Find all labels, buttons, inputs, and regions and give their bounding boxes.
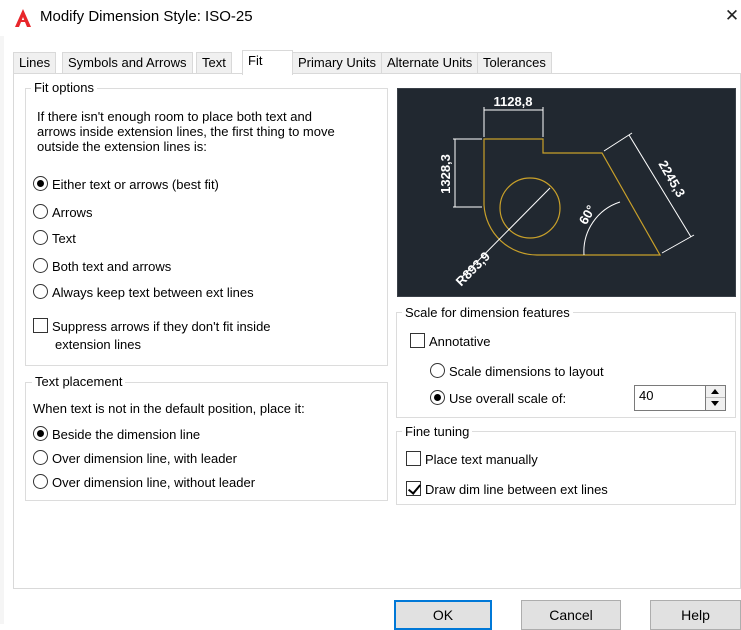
suppress-arrows-checkbox[interactable] (33, 318, 48, 333)
fit-options-legend: Fit options (31, 80, 97, 95)
radio-arrows-label: Arrows (52, 205, 93, 220)
spin-down-icon[interactable] (706, 398, 725, 410)
tab-lines[interactable]: Lines (13, 52, 57, 73)
close-icon[interactable]: ✕ (724, 7, 740, 25)
overall-scale-spinner (705, 385, 726, 411)
help-button[interactable]: Help (650, 600, 741, 630)
place-text-manually-label: Place text manually (425, 452, 538, 467)
scale-legend: Scale for dimension features (402, 305, 573, 320)
radio-best-fit[interactable] (33, 176, 48, 191)
text-placement-description: When text is not in the default position… (33, 401, 305, 416)
radio-over-without-leader[interactable] (33, 474, 48, 489)
window-title: Modify Dimension Style: ISO-25 (40, 8, 253, 25)
radio-both-text-arrows[interactable] (33, 258, 48, 273)
tab-fit[interactable]: Fit (242, 50, 293, 75)
fit-options-description: If there isn't enough room to place both… (37, 109, 335, 154)
radio-always-keep-text-label: Always keep text between ext lines (52, 285, 254, 300)
tab-alternate-units[interactable]: Alternate Units (381, 52, 479, 73)
radio-over-with-leader-label: Over dimension line, with leader (52, 451, 237, 466)
tab-primary-units[interactable]: Primary Units (292, 52, 383, 73)
dim-left-text: 1328,3 (438, 154, 453, 194)
tab-tolerances[interactable]: Tolerances (477, 52, 552, 73)
radio-beside-dim-line[interactable] (33, 426, 48, 441)
place-text-manually-checkbox[interactable] (406, 451, 421, 466)
dim-angle-text: 60° (576, 202, 599, 227)
radio-text[interactable] (33, 230, 48, 245)
dimension-preview: 1128,8 1328,3 2245,3 60° R893,9 (397, 88, 736, 297)
draw-dim-line-label: Draw dim line between ext lines (425, 482, 608, 497)
radio-best-fit-label: Either text or arrows (best fit) (52, 177, 219, 192)
autocad-logo-icon (14, 8, 32, 28)
dim-top-text: 1128,8 (493, 94, 532, 109)
suppress-arrows-label-line2: extension lines (55, 337, 141, 352)
radio-always-keep-text[interactable] (33, 284, 48, 299)
preview-drawing: 1128,8 1328,3 2245,3 60° R893,9 (438, 94, 695, 289)
radio-beside-dim-line-label: Beside the dimension line (52, 427, 201, 442)
radio-text-label: Text (52, 231, 76, 246)
radio-over-without-leader-label: Over dimension line, without leader (52, 475, 256, 490)
ok-button[interactable]: OK (394, 600, 492, 630)
tab-text[interactable]: Text (196, 52, 232, 73)
dim-radius-text: R893,9 (453, 249, 493, 289)
radio-overall-scale-label: Use overall scale of: (449, 391, 567, 406)
radio-scale-to-layout[interactable] (430, 363, 445, 378)
radio-scale-to-layout-label: Scale dimensions to layout (449, 364, 604, 379)
suppress-arrows-label: Suppress arrows if they don't fit inside (52, 319, 271, 334)
annotative-label: Annotative (429, 334, 491, 349)
spin-up-icon[interactable] (706, 386, 725, 398)
overall-scale-input[interactable]: 40 (634, 385, 706, 411)
cancel-button[interactable]: Cancel (521, 600, 621, 630)
radio-arrows[interactable] (33, 204, 48, 219)
radio-overall-scale[interactable] (430, 390, 445, 405)
tab-symbols-and-arrows[interactable]: Symbols and Arrows (62, 52, 193, 73)
draw-dim-line-checkbox[interactable] (406, 481, 421, 496)
annotative-checkbox[interactable] (410, 333, 425, 348)
left-edge (0, 36, 4, 624)
radio-over-with-leader[interactable] (33, 450, 48, 465)
radio-both-text-arrows-label: Both text and arrows (52, 259, 172, 274)
fine-tuning-legend: Fine tuning (402, 424, 473, 439)
text-placement-legend: Text placement (32, 374, 126, 389)
dim-diag-text: 2245,3 (655, 158, 688, 200)
